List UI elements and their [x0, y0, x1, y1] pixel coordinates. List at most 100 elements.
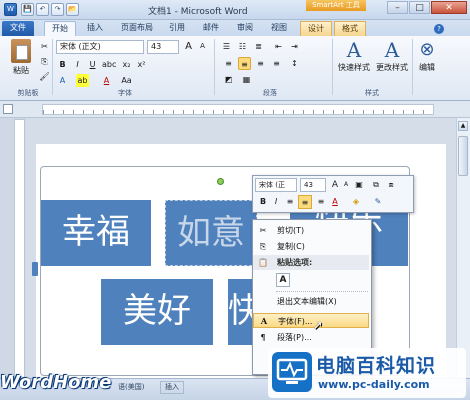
tab-review[interactable]: 审阅 — [230, 21, 260, 36]
save-icon[interactable]: 💾 — [21, 3, 34, 16]
menu-item-font[interactable]: A 字体(F)... — [253, 313, 369, 328]
smartart-box-4[interactable]: 美好 — [101, 279, 213, 345]
mini-styles-icon[interactable]: ▣ — [354, 180, 364, 189]
paste-label: 粘贴 — [13, 66, 29, 75]
undo-icon[interactable]: ↶ — [36, 3, 49, 16]
group-separator — [332, 39, 333, 95]
tab-mailings[interactable]: 邮件 — [196, 21, 226, 36]
mini-shrink-font-icon[interactable]: A — [341, 181, 351, 188]
copy-icon[interactable]: ⎘ — [38, 55, 51, 68]
ruler-ticks — [43, 110, 433, 114]
font-name-combo[interactable]: 宋体 (正文) — [56, 40, 144, 54]
tab-insert[interactable]: 插入 — [80, 21, 110, 36]
menu-item-paragraph[interactable]: ¶ 段落(P)... — [253, 330, 369, 345]
line-spacing-icon[interactable]: ↕ — [288, 57, 301, 70]
justify-icon[interactable]: ≡ — [270, 57, 283, 70]
mini-align-center-icon[interactable]: ≡ — [298, 195, 312, 209]
tab-references[interactable]: 引用 — [163, 21, 191, 36]
numbering-icon[interactable]: ☷ — [236, 40, 249, 53]
mini-font-combo[interactable]: 宋体 (正 — [255, 178, 297, 192]
paragraph-group-label: 段落 — [263, 89, 277, 97]
mini-outline-icon[interactable]: ✎ — [372, 197, 384, 206]
increase-indent-icon[interactable]: ⇥ — [288, 40, 301, 53]
maximize-button[interactable]: □ — [409, 1, 430, 14]
word-logo-icon[interactable]: W — [4, 3, 17, 16]
mini-align-right-icon[interactable]: ≡ — [315, 197, 327, 206]
text-effects-icon[interactable]: A — [56, 74, 69, 87]
subscript-icon[interactable]: x₂ — [120, 58, 133, 71]
vertical-ruler[interactable] — [14, 119, 25, 379]
shading-icon[interactable]: ◩ — [222, 73, 235, 86]
menu-item-label: 段落(P)... — [277, 333, 312, 342]
tab-view[interactable]: 视图 — [264, 21, 294, 36]
tab-home[interactable]: 开始 — [44, 21, 76, 36]
align-left-icon[interactable]: ≡ — [222, 57, 235, 70]
tab-file[interactable]: 文件 — [2, 21, 34, 36]
mini-align-left-icon[interactable]: ≡ — [284, 197, 296, 206]
format-painter-icon[interactable]: 🖌 — [38, 70, 51, 83]
paragraph-icon: ¶ — [260, 333, 266, 342]
open-icon[interactable]: 📂 — [66, 3, 79, 16]
menu-item-copy[interactable]: ⎘ 复制(C) — [253, 239, 369, 254]
decrease-indent-icon[interactable]: ⇤ — [272, 40, 285, 53]
paste-button[interactable]: 粘贴 — [6, 39, 36, 76]
paste-keep-text-button[interactable]: A — [276, 273, 290, 287]
mini-layout-icon[interactable]: ⧈ — [386, 180, 396, 190]
align-center-icon[interactable]: ≡ — [238, 57, 251, 70]
status-language[interactable]: 语(美国) — [118, 382, 144, 392]
mini-fill-icon[interactable]: ◈ — [350, 197, 362, 206]
font-group-label: 字体 — [118, 89, 132, 97]
font-size-combo[interactable]: 43 — [147, 40, 179, 54]
tab-page-layout[interactable]: 页面布局 — [114, 21, 160, 36]
rotate-handle[interactable] — [217, 178, 224, 185]
smartart-box-5[interactable]: 快 — [228, 279, 252, 345]
mini-grow-font-icon[interactable]: A — [330, 180, 340, 190]
redo-icon[interactable]: ↷ — [51, 3, 64, 16]
mini-size-combo[interactable]: 43 — [300, 178, 326, 192]
strikethrough-icon[interactable]: abc — [102, 58, 116, 71]
menu-separator — [276, 291, 368, 292]
menu-item-cut[interactable]: ✂ 剪切(T) — [253, 223, 369, 238]
help-icon[interactable]: ? — [434, 24, 444, 34]
align-right-icon[interactable]: ≡ — [254, 57, 267, 70]
tab-format[interactable]: 格式 — [334, 21, 366, 36]
superscript-icon[interactable]: x² — [135, 58, 148, 71]
tab-selector-icon[interactable] — [3, 104, 13, 114]
underline-button[interactable]: U — [86, 58, 99, 71]
quick-styles-button[interactable]: A 快速样式 — [336, 38, 372, 73]
mini-font-color-button[interactable]: A — [330, 197, 340, 206]
highlight-icon[interactable]: ab — [76, 74, 89, 87]
tab-design[interactable]: 设计 — [300, 21, 332, 36]
change-styles-button[interactable]: A 更改样式 — [374, 38, 410, 73]
shrink-font-button[interactable]: A — [196, 40, 209, 53]
italic-button[interactable]: I — [71, 58, 84, 71]
scroll-thumb[interactable] — [458, 136, 468, 176]
scroll-up-icon[interactable]: ▲ — [458, 121, 468, 131]
smartart-box-2[interactable]: 如意 — [165, 200, 257, 266]
pc-daily-watermark: 电脑百科知识 www.pc-daily.com — [268, 348, 466, 398]
close-button[interactable]: ✕ — [431, 1, 467, 14]
borders-icon[interactable]: ▦ — [240, 73, 253, 86]
font-color-icon[interactable]: A — [100, 74, 113, 87]
cut-icon[interactable]: ✂ — [38, 40, 51, 53]
quick-styles-label: 快速样式 — [338, 63, 370, 72]
edit-button[interactable]: ⊗ 编辑 — [414, 38, 440, 73]
mini-italic-button[interactable]: I — [271, 197, 281, 206]
mini-copy-icon[interactable]: ⧉ — [371, 180, 381, 190]
bold-button[interactable]: B — [56, 58, 69, 71]
group-separator — [214, 39, 215, 95]
edit-label: 编辑 — [419, 63, 435, 72]
multilevel-list-icon[interactable]: ≣ — [252, 40, 265, 53]
bullets-icon[interactable]: ☰ — [220, 40, 233, 53]
wordhome-watermark: WordHome — [0, 372, 112, 393]
text-pane-toggle[interactable] — [32, 262, 38, 276]
mini-bold-button[interactable]: B — [258, 197, 268, 206]
change-case-icon[interactable]: Aa — [120, 74, 133, 87]
minimize-button[interactable]: – — [387, 1, 408, 14]
menu-item-label: 字体(F)... — [278, 317, 313, 326]
grow-font-button[interactable]: A — [182, 40, 195, 53]
status-insert-mode[interactable]: 插入 — [160, 381, 184, 394]
menu-paste-options-header: 📋 粘贴选项: — [253, 255, 369, 270]
menu-item-exit-text-edit[interactable]: 退出文本编辑(X) — [253, 294, 369, 309]
smartart-box-1[interactable]: 幸福 — [41, 200, 151, 266]
